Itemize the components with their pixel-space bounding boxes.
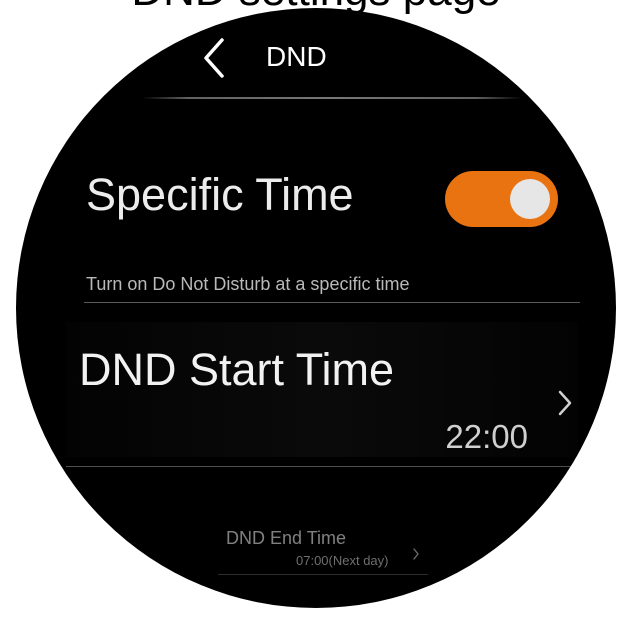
page-title: DND xyxy=(266,41,327,72)
start-time-divider xyxy=(66,466,580,467)
watch-screen: DND Specific Time Turn on Do Not Disturb… xyxy=(16,8,616,608)
chevron-right-icon xyxy=(411,547,421,561)
specific-time-label: Specific Time xyxy=(86,169,354,220)
dnd-start-time-label: DND Start Time xyxy=(79,344,395,395)
toggle-knob xyxy=(510,179,550,219)
specific-time-divider xyxy=(84,302,580,303)
header-divider xyxy=(142,97,522,99)
dnd-start-time-row[interactable]: DND Start Time 22:00 xyxy=(66,322,578,457)
chevron-left-icon xyxy=(204,38,224,78)
dnd-end-time-value: 07:00(Next day) xyxy=(296,553,389,568)
specific-time-description: Turn on Do Not Disturb at a specific tim… xyxy=(86,274,410,294)
chevron-right-icon xyxy=(553,387,577,419)
end-time-divider xyxy=(218,574,428,575)
back-button[interactable] xyxy=(195,36,229,80)
specific-time-row: Specific Time Turn on Do Not Disturb at … xyxy=(68,150,576,295)
specific-time-toggle[interactable] xyxy=(445,171,558,227)
dnd-end-time-label: DND End Time xyxy=(226,528,347,548)
screenshot-page: DND settings page DND Specific Time Turn… xyxy=(0,0,632,624)
dnd-start-time-value: 22:00 xyxy=(445,418,528,455)
dnd-end-time-row[interactable]: DND End Time 07:00(Next day) xyxy=(218,518,432,578)
